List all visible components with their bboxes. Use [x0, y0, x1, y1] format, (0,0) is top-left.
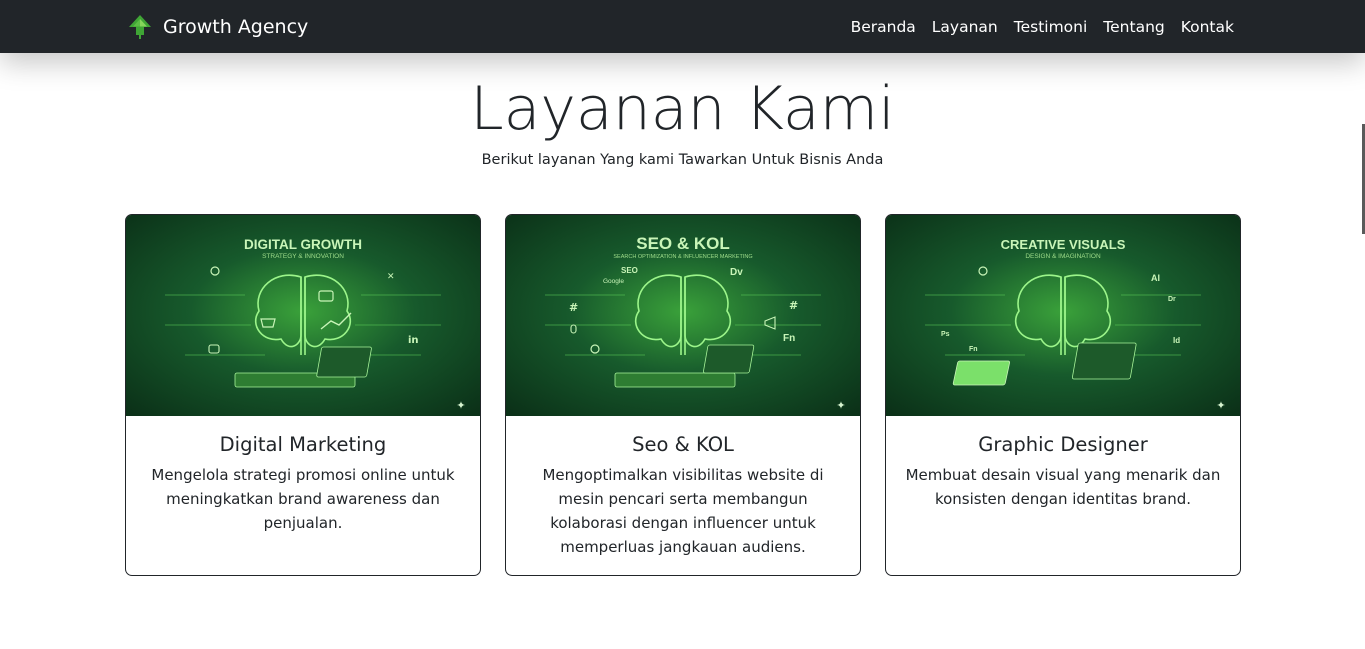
image-heading: CREATIVE VISUALS [1001, 237, 1126, 252]
dreamweaver-icon: Dr [1168, 296, 1176, 303]
x-icon: ✕ [387, 272, 395, 282]
brand-name: Growth Agency [163, 15, 309, 38]
nav-link-beranda[interactable]: Beranda [851, 18, 916, 36]
card-description: Mengoptimalkan visibilitas website di me… [542, 466, 824, 556]
tablet-icon [703, 344, 755, 374]
nav-link-testimoni[interactable]: Testimoni [1014, 18, 1088, 36]
sparkle-icon: ✦ [836, 399, 845, 412]
fonts-icon: Fn [969, 346, 978, 353]
image-heading: SEO & KOL [636, 234, 730, 253]
nav-link-layanan[interactable]: Layanan [932, 18, 998, 36]
linkedin-icon: in [408, 335, 419, 346]
tablet-icon [1071, 342, 1137, 380]
card-image-digital-growth: DIGITAL GROWTH STRATEGY & INNOVATION ✕ i… [126, 215, 480, 416]
service-card-graphic-designer: CREATIVE VISUALS DESIGN & IMAGINATION AI… [885, 214, 1241, 576]
card-description: Membuat desain visual yang menarik dan k… [905, 466, 1221, 508]
nav-links: Beranda Layanan Testimoni Tentang Kontak [851, 0, 1234, 53]
card-title: Seo & KOL [632, 433, 734, 456]
section-subtitle: Berikut layanan Yang kami Tawarkan Untuk… [481, 152, 884, 168]
card-image-seo-kol: SEO & KOL SEARCH OPTIMIZATION & INFLUENC… [506, 215, 860, 416]
card-description: Mengelola strategi promosi online untuk … [151, 466, 455, 532]
nav-link-tentang[interactable]: Tentang [1103, 18, 1164, 36]
navbar: Growth Agency Beranda Layanan Testimoni … [0, 0, 1365, 53]
image-tagline: SEARCH OPTIMIZATION & INFLUENCER MARKETI… [613, 254, 752, 260]
image-heading: DIGITAL GROWTH [244, 237, 362, 252]
service-card-seo-kol: SEO & KOL SEARCH OPTIMIZATION & INFLUENC… [505, 214, 861, 576]
card-title: Digital Marketing [219, 433, 387, 456]
service-card-digital-marketing: DIGITAL GROWTH STRATEGY & INNOVATION ✕ i… [125, 214, 481, 576]
leaf-arrow-icon [129, 14, 151, 39]
seo-icon: SEO [621, 266, 638, 275]
google-icon: Google [603, 278, 624, 285]
nav-link-kontak[interactable]: Kontak [1181, 18, 1234, 36]
card-title: Graphic Designer [978, 433, 1148, 456]
image-tagline: DESIGN & IMAGINATION [1025, 253, 1101, 260]
hashtag-icon: # [789, 299, 798, 312]
keyboard-icon [614, 372, 736, 388]
image-tagline: STRATEGY & INNOVATION [262, 253, 344, 260]
section-title: Layanan Kami [470, 74, 895, 144]
dreamweaver-icon: Dv [730, 267, 743, 278]
ai-icon: AI [1151, 273, 1160, 283]
card-image-creative-visuals: CREATIVE VISUALS DESIGN & IMAGINATION AI… [886, 215, 1240, 416]
brand-link[interactable]: Growth Agency [127, 0, 308, 53]
indesign-icon: Id [1173, 336, 1180, 345]
fonts-icon: Fn [783, 333, 795, 344]
notebook-icon [952, 360, 1010, 386]
hashtag-icon: # [569, 301, 578, 314]
sparkle-icon: ✦ [456, 399, 465, 412]
photoshop-icon: Ps [941, 331, 950, 338]
tablet-icon [316, 346, 372, 378]
sparkle-icon: ✦ [1216, 399, 1225, 412]
